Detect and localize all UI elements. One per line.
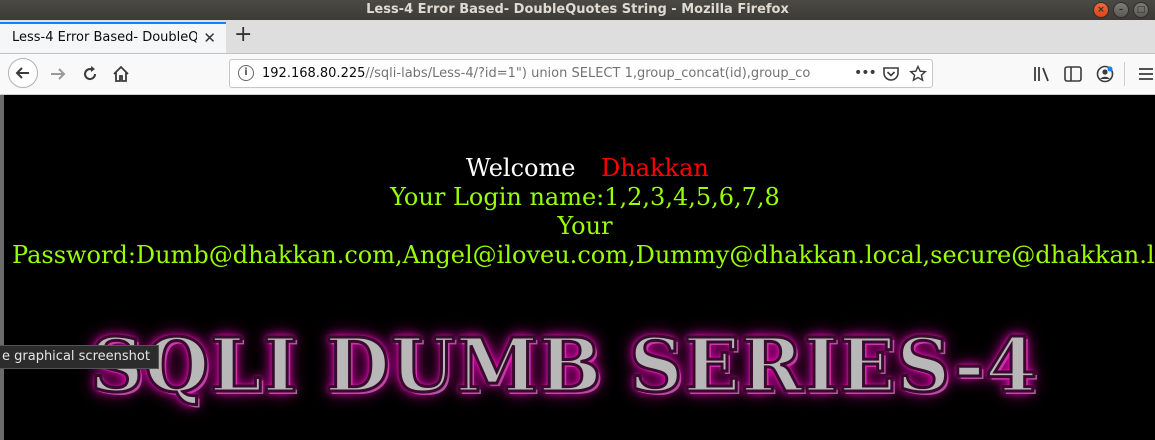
tab-strip: Less-4 Error Based- DoubleQ ✕ + [0,20,1155,54]
tab-less-4[interactable]: Less-4 Error Based- DoubleQ ✕ [0,22,226,53]
url-path: //sqli-labs/Less-4/?id=1") union SELECT … [365,66,811,81]
back-arrow-icon [15,67,29,79]
url-host: 192.168.80.225 [262,66,366,81]
window-titlebar: Less-4 Error Based- DoubleQuotes String … [0,0,1155,20]
account-icon[interactable] [1095,64,1115,84]
pocket-icon[interactable] [882,65,900,83]
page-left-edge [0,95,4,440]
login-name-text: Your Login name:1,2,3,4,5,6,7,8 [390,183,780,211]
window-close-icon[interactable]: × [1093,2,1109,18]
url-bar[interactable]: i 192.168.80.225//sqli-labs/Less-4/?id=1… [229,59,933,88]
back-button[interactable] [8,58,38,88]
series-banner: SQLI DUMB SERIES-4 [89,322,1039,411]
your-label-text: Your [557,212,613,240]
window-minimize-icon[interactable]: – [1113,2,1129,18]
page-content: Welcome Dhakkan Your Login name:1,2,3,4,… [0,95,1155,440]
menu-icon[interactable] [1136,64,1155,84]
password-text: Password:Dumb@dhakkan.com,Angel@iloveu.c… [12,241,1155,269]
welcome-text: Welcome [466,154,576,182]
sidebar-icon[interactable] [1063,64,1083,84]
home-icon[interactable] [111,64,131,84]
user-name-text: Dhakkan [601,154,709,182]
tab-label: Less-4 Error Based- DoubleQ [12,30,197,45]
more-icon[interactable]: ••• [854,64,877,82]
tab-close-icon[interactable]: ✕ [203,29,216,47]
window-controls: × – □ [1093,2,1149,18]
window-title: Less-4 Error Based- DoubleQuotes String … [366,2,789,17]
new-tab-button[interactable]: + [234,24,252,46]
navigation-toolbar: i 192.168.80.225//sqli-labs/Less-4/?id=1… [0,54,1155,95]
bookmark-star-icon[interactable] [909,65,927,83]
library-icon[interactable] [1032,64,1052,84]
reload-icon[interactable] [80,64,100,84]
url-text[interactable]: 192.168.80.225//sqli-labs/Less-4/?id=1")… [262,66,827,81]
window-maximize-icon[interactable]: □ [1133,2,1149,18]
toolbar-divider [1124,62,1125,86]
tooltip: e graphical screenshot [0,345,159,369]
info-icon[interactable]: i [238,65,254,81]
forward-arrow-icon[interactable] [48,64,68,84]
